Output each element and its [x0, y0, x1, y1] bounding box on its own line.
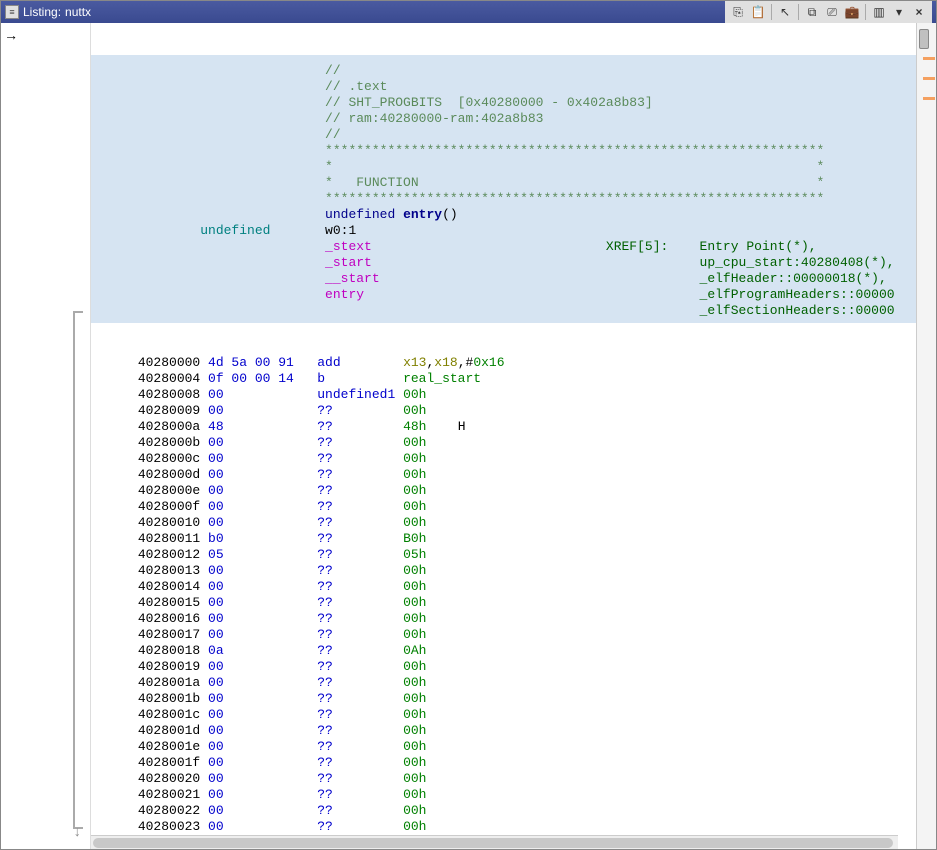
- titlebar[interactable]: ≡ Listing: nuttx ⎘ 📋 ↖ ⧉ ⎚ 💼 ▥ ▾ ×: [1, 1, 936, 23]
- separator: [865, 4, 866, 20]
- suitcase-icon[interactable]: 💼: [843, 3, 861, 21]
- separator: [798, 4, 799, 20]
- diff-icon[interactable]: ⧉: [803, 3, 821, 21]
- gutter: → ↓: [1, 23, 91, 849]
- overview-marker: [923, 97, 935, 100]
- function-header: // // .text // SHT_PROGBITS [0x40280000 …: [91, 55, 916, 323]
- listing-body: 40280000 4d 5a 00 91 add x13,x18,#0x16 4…: [91, 355, 916, 849]
- snapshot-icon[interactable]: ⎚: [823, 3, 841, 21]
- overview-marker: [923, 77, 935, 80]
- overview-ruler[interactable]: [916, 23, 936, 849]
- arrow-down-icon: ↓: [73, 825, 81, 841]
- content: → ↓ // // .text // SHT_PROGBITS [0x40280…: [1, 23, 936, 849]
- arrow-right-icon: →: [7, 29, 15, 45]
- code-area[interactable]: // // .text // SHT_PROGBITS [0x40280000 …: [91, 23, 916, 849]
- overview-thumb[interactable]: [919, 29, 929, 49]
- flow-bracket: [73, 311, 83, 829]
- cursor-icon[interactable]: ↖: [776, 3, 794, 21]
- dropdown-icon[interactable]: ▾: [890, 3, 908, 21]
- horizontal-scrollbar[interactable]: [91, 835, 898, 849]
- close-icon[interactable]: ×: [910, 3, 928, 21]
- window-icon: ≡: [5, 5, 19, 19]
- title-label: Listing:: [23, 5, 61, 19]
- scroll-thumb[interactable]: [93, 838, 893, 848]
- title-name: nuttx: [65, 5, 91, 19]
- code-inner: // // .text // SHT_PROGBITS [0x40280000 …: [91, 23, 916, 849]
- fields-icon[interactable]: ▥: [870, 3, 888, 21]
- separator: [771, 4, 772, 20]
- copy-icon[interactable]: ⎘: [729, 3, 747, 21]
- toolbar: ⎘ 📋 ↖ ⧉ ⎚ 💼 ▥ ▾ ×: [725, 1, 932, 23]
- paste-icon[interactable]: 📋: [749, 3, 767, 21]
- overview-marker: [923, 57, 935, 60]
